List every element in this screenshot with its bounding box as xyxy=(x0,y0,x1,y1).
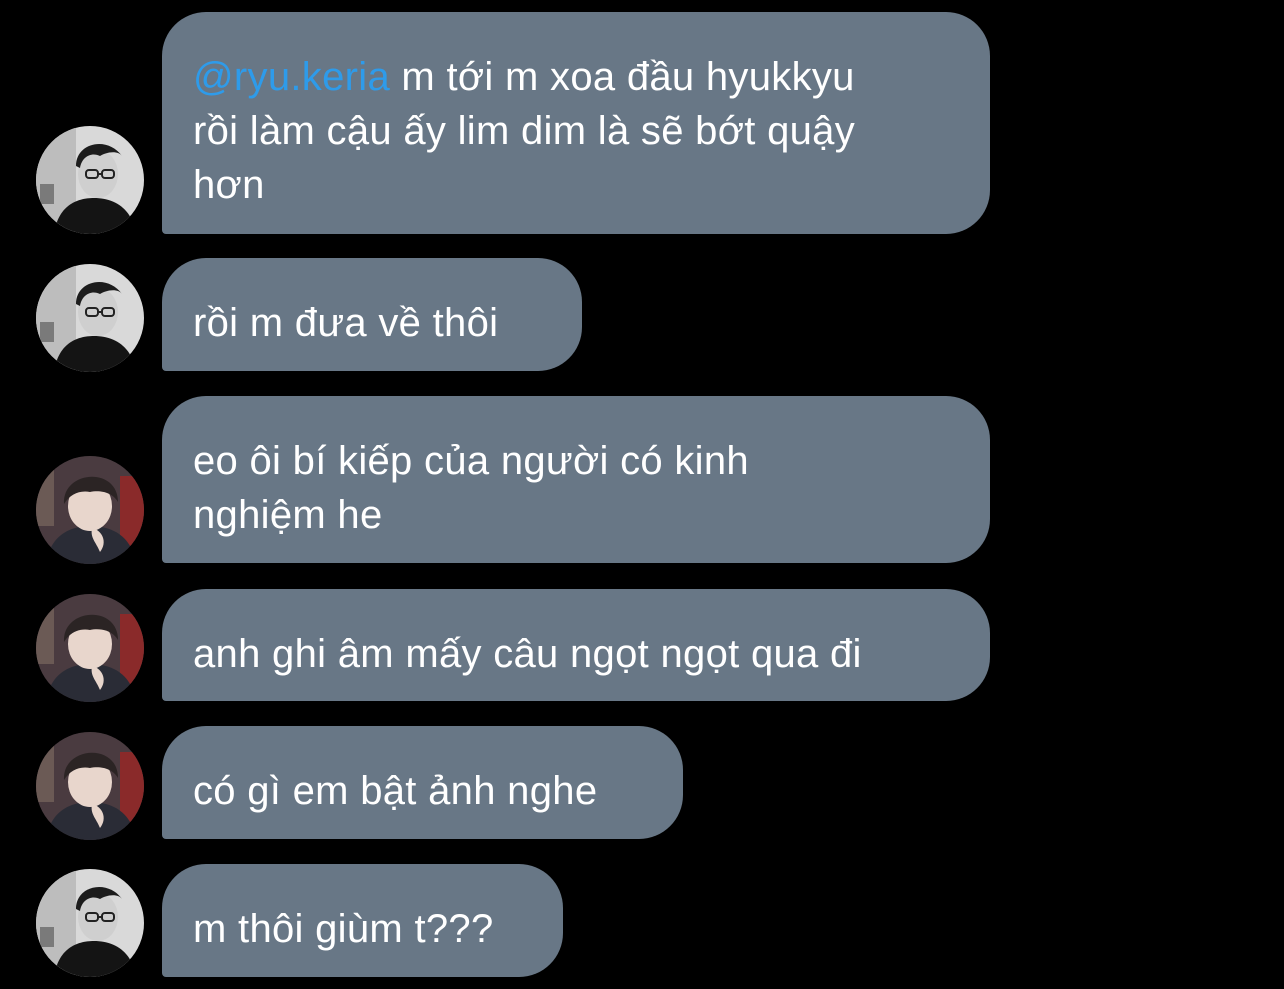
message-line: nghiệm he xyxy=(193,493,383,537)
person-bowl-cut-icon xyxy=(36,456,144,564)
person-glasses-icon xyxy=(36,869,144,977)
message-bubble[interactable]: @ryu.keria m tới m xoa đầu hyukkyu rồi l… xyxy=(162,12,990,234)
avatar[interactable] xyxy=(36,732,144,840)
person-bowl-cut-icon xyxy=(36,732,144,840)
person-glasses-icon xyxy=(36,264,144,372)
message-line: rồi làm cậu ấy lim dim là sẽ bớt quậy xyxy=(193,109,856,153)
message-bubble[interactable]: có gì em bật ảnh nghe xyxy=(162,726,683,839)
message-line: @ryu.keria m tới m xoa đầu hyukkyu xyxy=(193,55,855,99)
avatar[interactable] xyxy=(36,594,144,702)
person-bowl-cut-icon xyxy=(36,594,144,702)
mention-link[interactable]: @ryu.keria xyxy=(193,55,390,99)
avatar[interactable] xyxy=(36,456,144,564)
message-line: eo ôi bí kiếp của người có kinh xyxy=(193,439,749,483)
message-bubble[interactable]: m thôi giùm t??? xyxy=(162,864,563,977)
avatar[interactable] xyxy=(36,264,144,372)
message-line: có gì em bật ảnh nghe xyxy=(193,769,598,813)
avatar[interactable] xyxy=(36,126,144,234)
message-line: rồi m đưa về thôi xyxy=(193,301,499,345)
message-bubble[interactable]: anh ghi âm mấy câu ngọt ngọt qua đi xyxy=(162,589,990,701)
message-line: hơn xyxy=(193,163,265,207)
message-line: m thôi giùm t??? xyxy=(193,907,494,951)
message-line: anh ghi âm mấy câu ngọt ngọt qua đi xyxy=(193,632,862,676)
message-bubble[interactable]: eo ôi bí kiếp của người có kinh nghiệm h… xyxy=(162,396,990,563)
message-bubble[interactable]: rồi m đưa về thôi xyxy=(162,258,582,371)
avatar[interactable] xyxy=(36,869,144,977)
person-glasses-icon xyxy=(36,126,144,234)
message-thread: @ryu.keria m tới m xoa đầu hyukkyu rồi l… xyxy=(0,0,1284,989)
